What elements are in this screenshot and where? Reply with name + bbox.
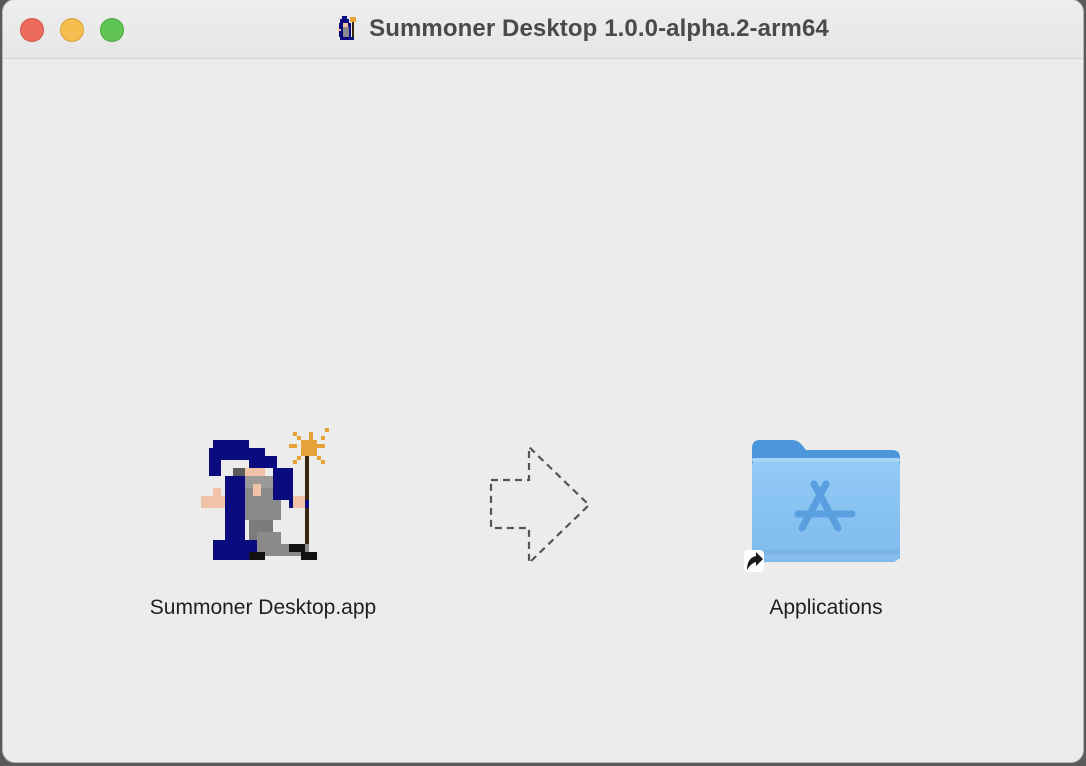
title-bar[interactable]: Summoner Desktop 1.0.0-alpha.2-arm64: [3, 0, 1083, 59]
dashed-arrow-icon: [489, 444, 591, 566]
alias-arrow-icon: [744, 550, 764, 572]
wizard-icon: [338, 16, 357, 40]
applications-label: Applications: [769, 596, 883, 619]
dmg-window: Summoner Desktop 1.0.0-alpha.2-arm64 Sum…: [3, 0, 1083, 762]
window-title-area: Summoner Desktop 1.0.0-alpha.2-arm64: [3, 0, 1083, 58]
window-title: Summoner Desktop 1.0.0-alpha.2-arm64: [369, 15, 829, 42]
app-bundle-label: Summoner Desktop.app: [149, 596, 377, 619]
applications-folder-icon[interactable]: [744, 432, 908, 582]
wizard-app-icon[interactable]: [201, 428, 337, 568]
